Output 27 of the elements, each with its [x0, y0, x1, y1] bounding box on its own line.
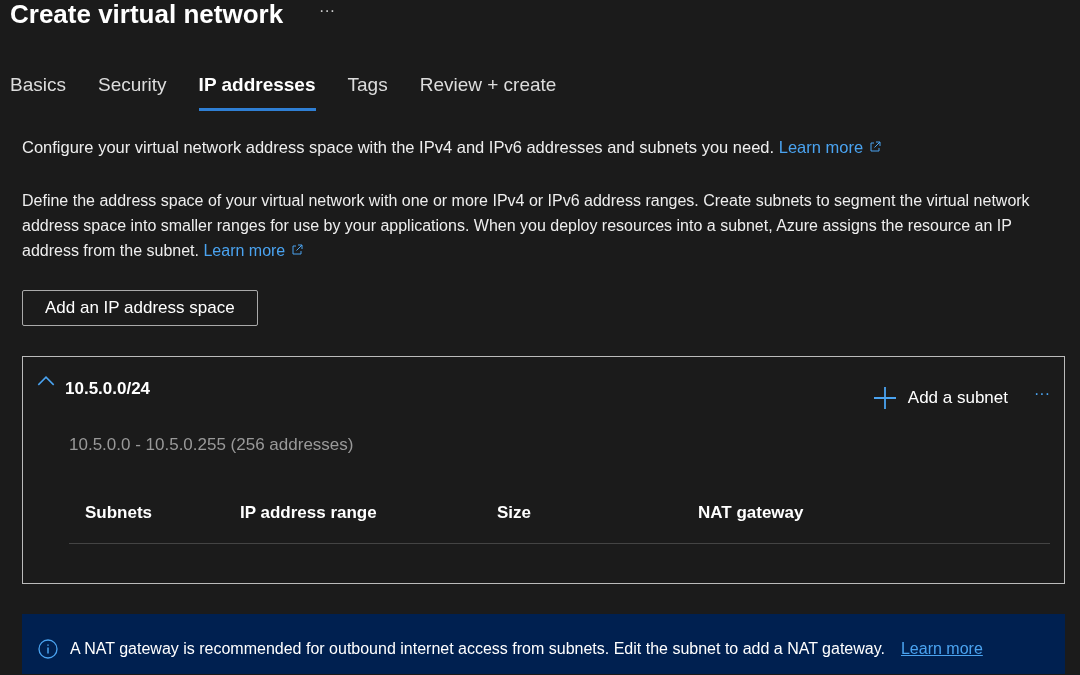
column-header: NAT gateway	[698, 503, 804, 523]
plus-icon	[873, 387, 896, 409]
learn-more-link[interactable]: Learn more	[778, 138, 882, 156]
learn-more-link[interactable]: Learn more	[900, 640, 983, 658]
address-prefix: 10.5.0.0/24	[65, 379, 151, 399]
column-header: IP address range	[240, 503, 378, 523]
tab[interactable]: Tags	[333, 66, 402, 111]
more-button[interactable]: ···	[1034, 385, 1050, 403]
collapse-icon[interactable]	[37, 375, 55, 386]
page-title: Create virtual network	[10, 0, 284, 29]
address-range: 10.5.0.0 - 10.5.0.255 (256 addresses)	[69, 435, 355, 455]
add-address-space-button[interactable]: Add an IP address space	[22, 290, 258, 326]
info-icon	[38, 639, 58, 659]
tab[interactable]: IP addresses	[198, 66, 316, 111]
external-link-icon	[291, 244, 304, 256]
learn-more-link[interactable]: Learn more	[203, 242, 304, 259]
column-header: Size	[497, 503, 533, 523]
banner-text: A NAT gateway is recommended for outbound internet access from subnets. Edit the subnet to add a NAT gateway.	[70, 640, 885, 658]
more-button[interactable]: ···	[319, 2, 336, 20]
tab[interactable]: Review + create	[405, 66, 571, 111]
description-text: Define the address space of your virtual network with one or more IPv4 or IPv6 address ranges. Create subnets to segment the virtual network address space into smaller ranges for use by your applications. When you deploy resources into a subnet, Azure assigns the resource an IP address from the subnet. Learn more	[22, 191, 1031, 261]
tab[interactable]: Basics	[10, 66, 80, 111]
external-link-icon	[869, 141, 882, 153]
column-header: Subnets	[85, 503, 154, 523]
add-subnet-button[interactable]: Add a subnet	[873, 387, 1008, 409]
tab[interactable]: Security	[83, 66, 181, 111]
intro-text: Configure your virtual network address space with the IPv4 and IPv6 addresses and subnets you need. Learn more	[22, 135, 1067, 160]
